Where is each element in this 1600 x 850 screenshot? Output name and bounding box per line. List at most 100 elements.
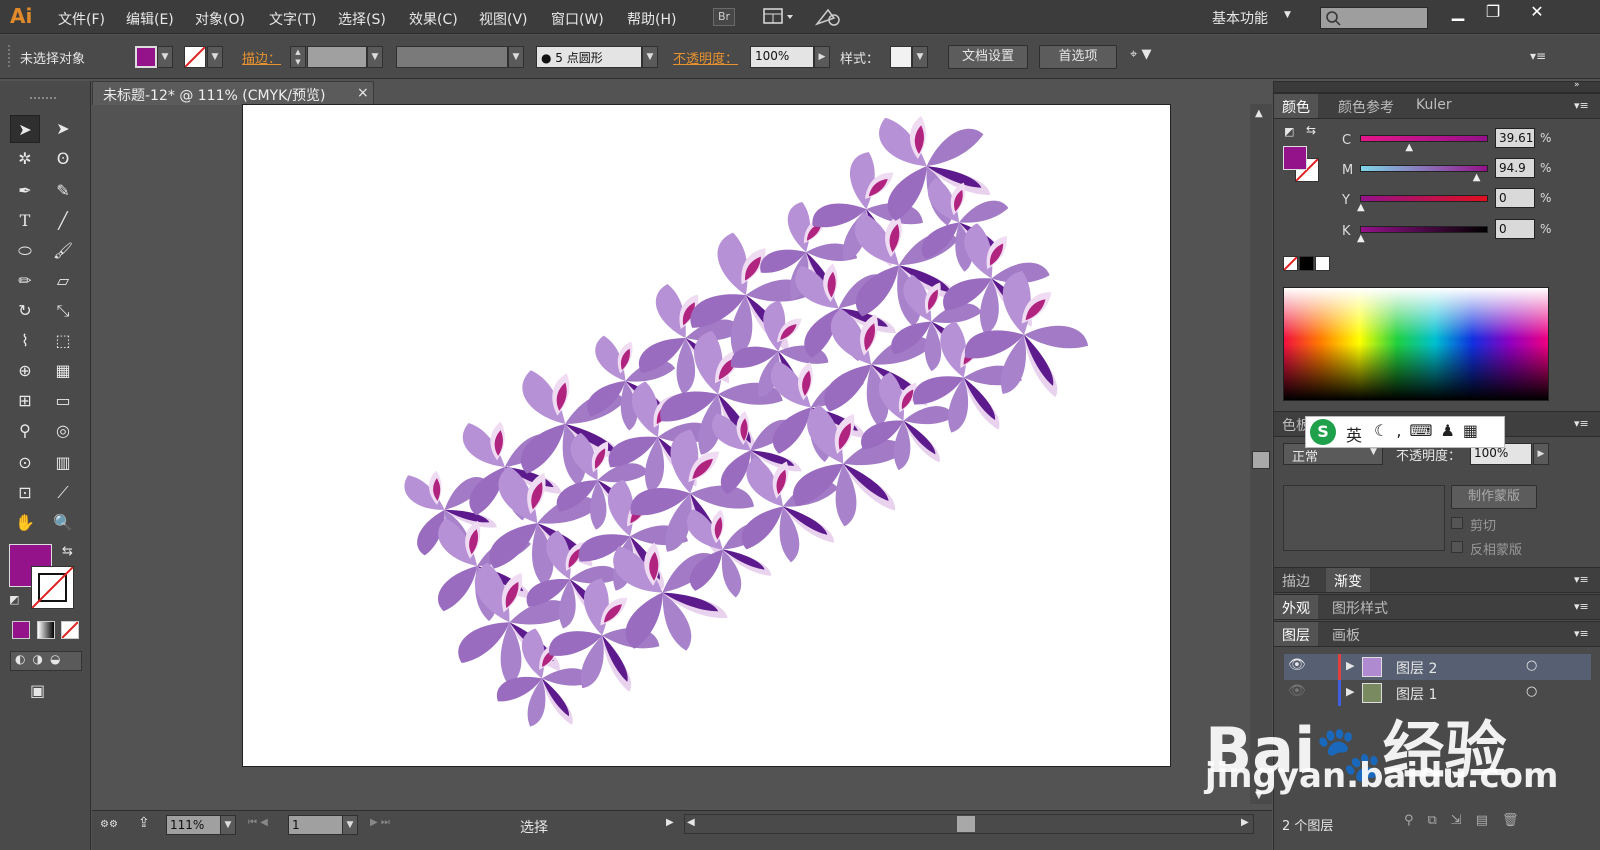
vertical-scrollbar[interactable]: ▲ ▼: [1250, 104, 1272, 804]
tab-stroke[interactable]: 描边: [1274, 568, 1318, 592]
default-fill-stroke-icon[interactable]: ◩: [1284, 125, 1294, 138]
menu-window[interactable]: 窗口(W): [551, 9, 604, 29]
gradient-mode-icon[interactable]: [37, 621, 55, 639]
share-icon[interactable]: ⇪: [138, 815, 150, 831]
visibility-eye-icon[interactable]: 👁: [1288, 657, 1306, 673]
artboard-tool-icon[interactable]: ⊡: [10, 479, 40, 507]
appearance-panel-menu-icon[interactable]: ▾≡: [1574, 600, 1589, 613]
arrange-documents-icon[interactable]: [762, 6, 796, 28]
preferences-button[interactable]: 首选项: [1039, 45, 1117, 69]
curvature-pen-tool-icon[interactable]: ✎: [48, 177, 78, 205]
stroke-weight-dropdown[interactable]: ▼: [367, 46, 383, 68]
symbol-sprayer-tool-icon[interactable]: ⊙: [10, 449, 40, 477]
color-mode-icon[interactable]: [12, 621, 30, 639]
stroke-panel-menu-icon[interactable]: ▾≡: [1574, 573, 1589, 586]
stroke-weight-stepper[interactable]: ▲ ▼: [290, 46, 306, 68]
rotate-tool-icon[interactable]: ↻: [10, 297, 40, 325]
column-graph-tool-icon[interactable]: ▥: [48, 449, 78, 477]
orchid-artwork[interactable]: [243, 105, 1170, 766]
shape-builder-tool-icon[interactable]: ⊕: [10, 357, 40, 385]
artboard[interactable]: [242, 104, 1171, 767]
tab-gradient[interactable]: 渐变: [1326, 568, 1370, 592]
type-tool-icon[interactable]: T: [10, 207, 40, 235]
black-swatch[interactable]: [1299, 256, 1314, 271]
menu-file[interactable]: 文件(F): [58, 9, 105, 29]
tab-kuler[interactable]: Kuler: [1408, 94, 1460, 118]
brush-dropdown[interactable]: ▼: [642, 46, 658, 68]
drawing-modes-icon[interactable]: ◐◑◒: [10, 651, 82, 671]
layer-target-icon[interactable]: ○: [1526, 658, 1537, 673]
channel-c-thumb[interactable]: ▲: [1405, 142, 1413, 153]
lasso-tool-icon[interactable]: ʘ: [48, 145, 78, 173]
slice-tool-icon[interactable]: ⟋: [48, 479, 78, 507]
channel-y-value[interactable]: 0: [1495, 188, 1535, 208]
profile-dropdown[interactable]: ▼: [508, 46, 524, 68]
direct-selection-tool-icon[interactable]: ➤: [48, 115, 78, 143]
stroke-dropdown[interactable]: ▼: [207, 46, 223, 68]
layers-panel-menu-icon[interactable]: ▾≡: [1574, 627, 1589, 640]
mesh-tool-icon[interactable]: ⊞: [10, 387, 40, 415]
tab-appearance[interactable]: 外观: [1274, 595, 1318, 619]
channel-k-slider[interactable]: ▲: [1357, 226, 1488, 244]
collapse-panels-icon[interactable]: »: [1574, 80, 1580, 90]
stroke-swatch[interactable]: [184, 46, 206, 68]
status-menu-icon[interactable]: ▶: [666, 817, 674, 828]
layer-target-icon[interactable]: ○: [1526, 684, 1537, 699]
line-tool-icon[interactable]: ╱: [48, 207, 78, 235]
layer-actions-icons[interactable]: ⚲⧉⇲▤🗑: [1404, 813, 1532, 828]
stroke-weight-field[interactable]: [307, 46, 367, 68]
eyedropper-tool-icon[interactable]: ⚲: [10, 417, 40, 445]
close-icon[interactable]: ✕: [1515, 0, 1559, 26]
white-swatch[interactable]: [1315, 256, 1330, 271]
restore-icon[interactable]: ❐: [1471, 0, 1515, 26]
paintbrush-tool-icon[interactable]: 🖌: [48, 237, 78, 265]
fill-swatch[interactable]: [135, 46, 157, 68]
none-mode-icon[interactable]: [61, 621, 79, 639]
tab-layers[interactable]: 图层: [1274, 622, 1318, 646]
panel-menu-icon[interactable]: ▾≡: [1530, 49, 1546, 63]
perspective-grid-tool-icon[interactable]: ▦: [48, 357, 78, 385]
transparency-opacity-arrow[interactable]: ▶: [1533, 443, 1549, 465]
scroll-right-icon[interactable]: ▶: [1241, 817, 1249, 828]
input-method-toolbar[interactable]: S 英 ☾,⌨♟▦: [1305, 416, 1505, 448]
channel-k-value[interactable]: 0: [1495, 219, 1535, 239]
eraser-tool-icon[interactable]: ▱: [48, 267, 78, 295]
ime-language[interactable]: 英: [1346, 422, 1362, 446]
fill-dropdown[interactable]: ▼: [157, 46, 173, 68]
document-tab[interactable]: 未标题-12* @ 111% (CMYK/预览) ×: [92, 81, 374, 105]
expand-layer-icon[interactable]: ▶: [1346, 685, 1354, 698]
free-transform-tool-icon[interactable]: ⬚: [48, 327, 78, 355]
none-swatch[interactable]: [1283, 256, 1298, 271]
gradient-tool-icon[interactable]: ▭: [48, 387, 78, 415]
menu-edit[interactable]: 编辑(E): [126, 9, 174, 29]
ime-tools-icons[interactable]: ☾,⌨♟▦: [1374, 421, 1486, 440]
stroke-color-box[interactable]: [31, 566, 74, 609]
zoom-dropdown[interactable]: ▼: [220, 815, 236, 835]
clip-checkbox[interactable]: [1451, 517, 1463, 529]
opacity-label[interactable]: 不透明度：: [673, 48, 738, 67]
invert-mask-checkbox[interactable]: [1451, 541, 1463, 553]
menu-object[interactable]: 对象(O): [195, 9, 245, 29]
warp-tool-icon[interactable]: ⌇: [10, 327, 40, 355]
ellipse-tool-icon[interactable]: ⬭: [10, 237, 40, 265]
channel-m-slider[interactable]: ▲: [1360, 165, 1488, 183]
layer-name[interactable]: 图层 2: [1396, 658, 1437, 678]
graphic-style-swatch[interactable]: [890, 46, 912, 68]
menu-select[interactable]: 选择(S): [338, 9, 386, 29]
first-artboard-icon[interactable]: ⏮ ◀: [248, 817, 268, 828]
transparency-panel-menu-icon[interactable]: ▾≡: [1574, 417, 1589, 430]
channel-c-value[interactable]: 39.61: [1495, 128, 1535, 148]
default-colors-icon[interactable]: ◩: [9, 593, 19, 606]
color-panel-menu-icon[interactable]: ▾≡: [1574, 99, 1589, 112]
search-input[interactable]: [1320, 7, 1428, 29]
gpu-status-icon[interactable]: ⚙⚙: [100, 819, 126, 833]
blend-tool-icon[interactable]: ◎: [48, 417, 78, 445]
channel-m-thumb[interactable]: ▲: [1473, 172, 1481, 183]
next-artboard-icon[interactable]: ▶ ⏭: [370, 817, 390, 828]
color-spectrum[interactable]: [1283, 287, 1549, 401]
panel-fill-box[interactable]: [1283, 146, 1307, 170]
selection-tool-icon[interactable]: ➤: [10, 115, 40, 143]
workspace-switcher[interactable]: 基本功能: [1212, 8, 1268, 28]
visibility-eye-icon[interactable]: 👁: [1288, 683, 1306, 699]
tab-artboards[interactable]: 画板: [1324, 622, 1368, 646]
